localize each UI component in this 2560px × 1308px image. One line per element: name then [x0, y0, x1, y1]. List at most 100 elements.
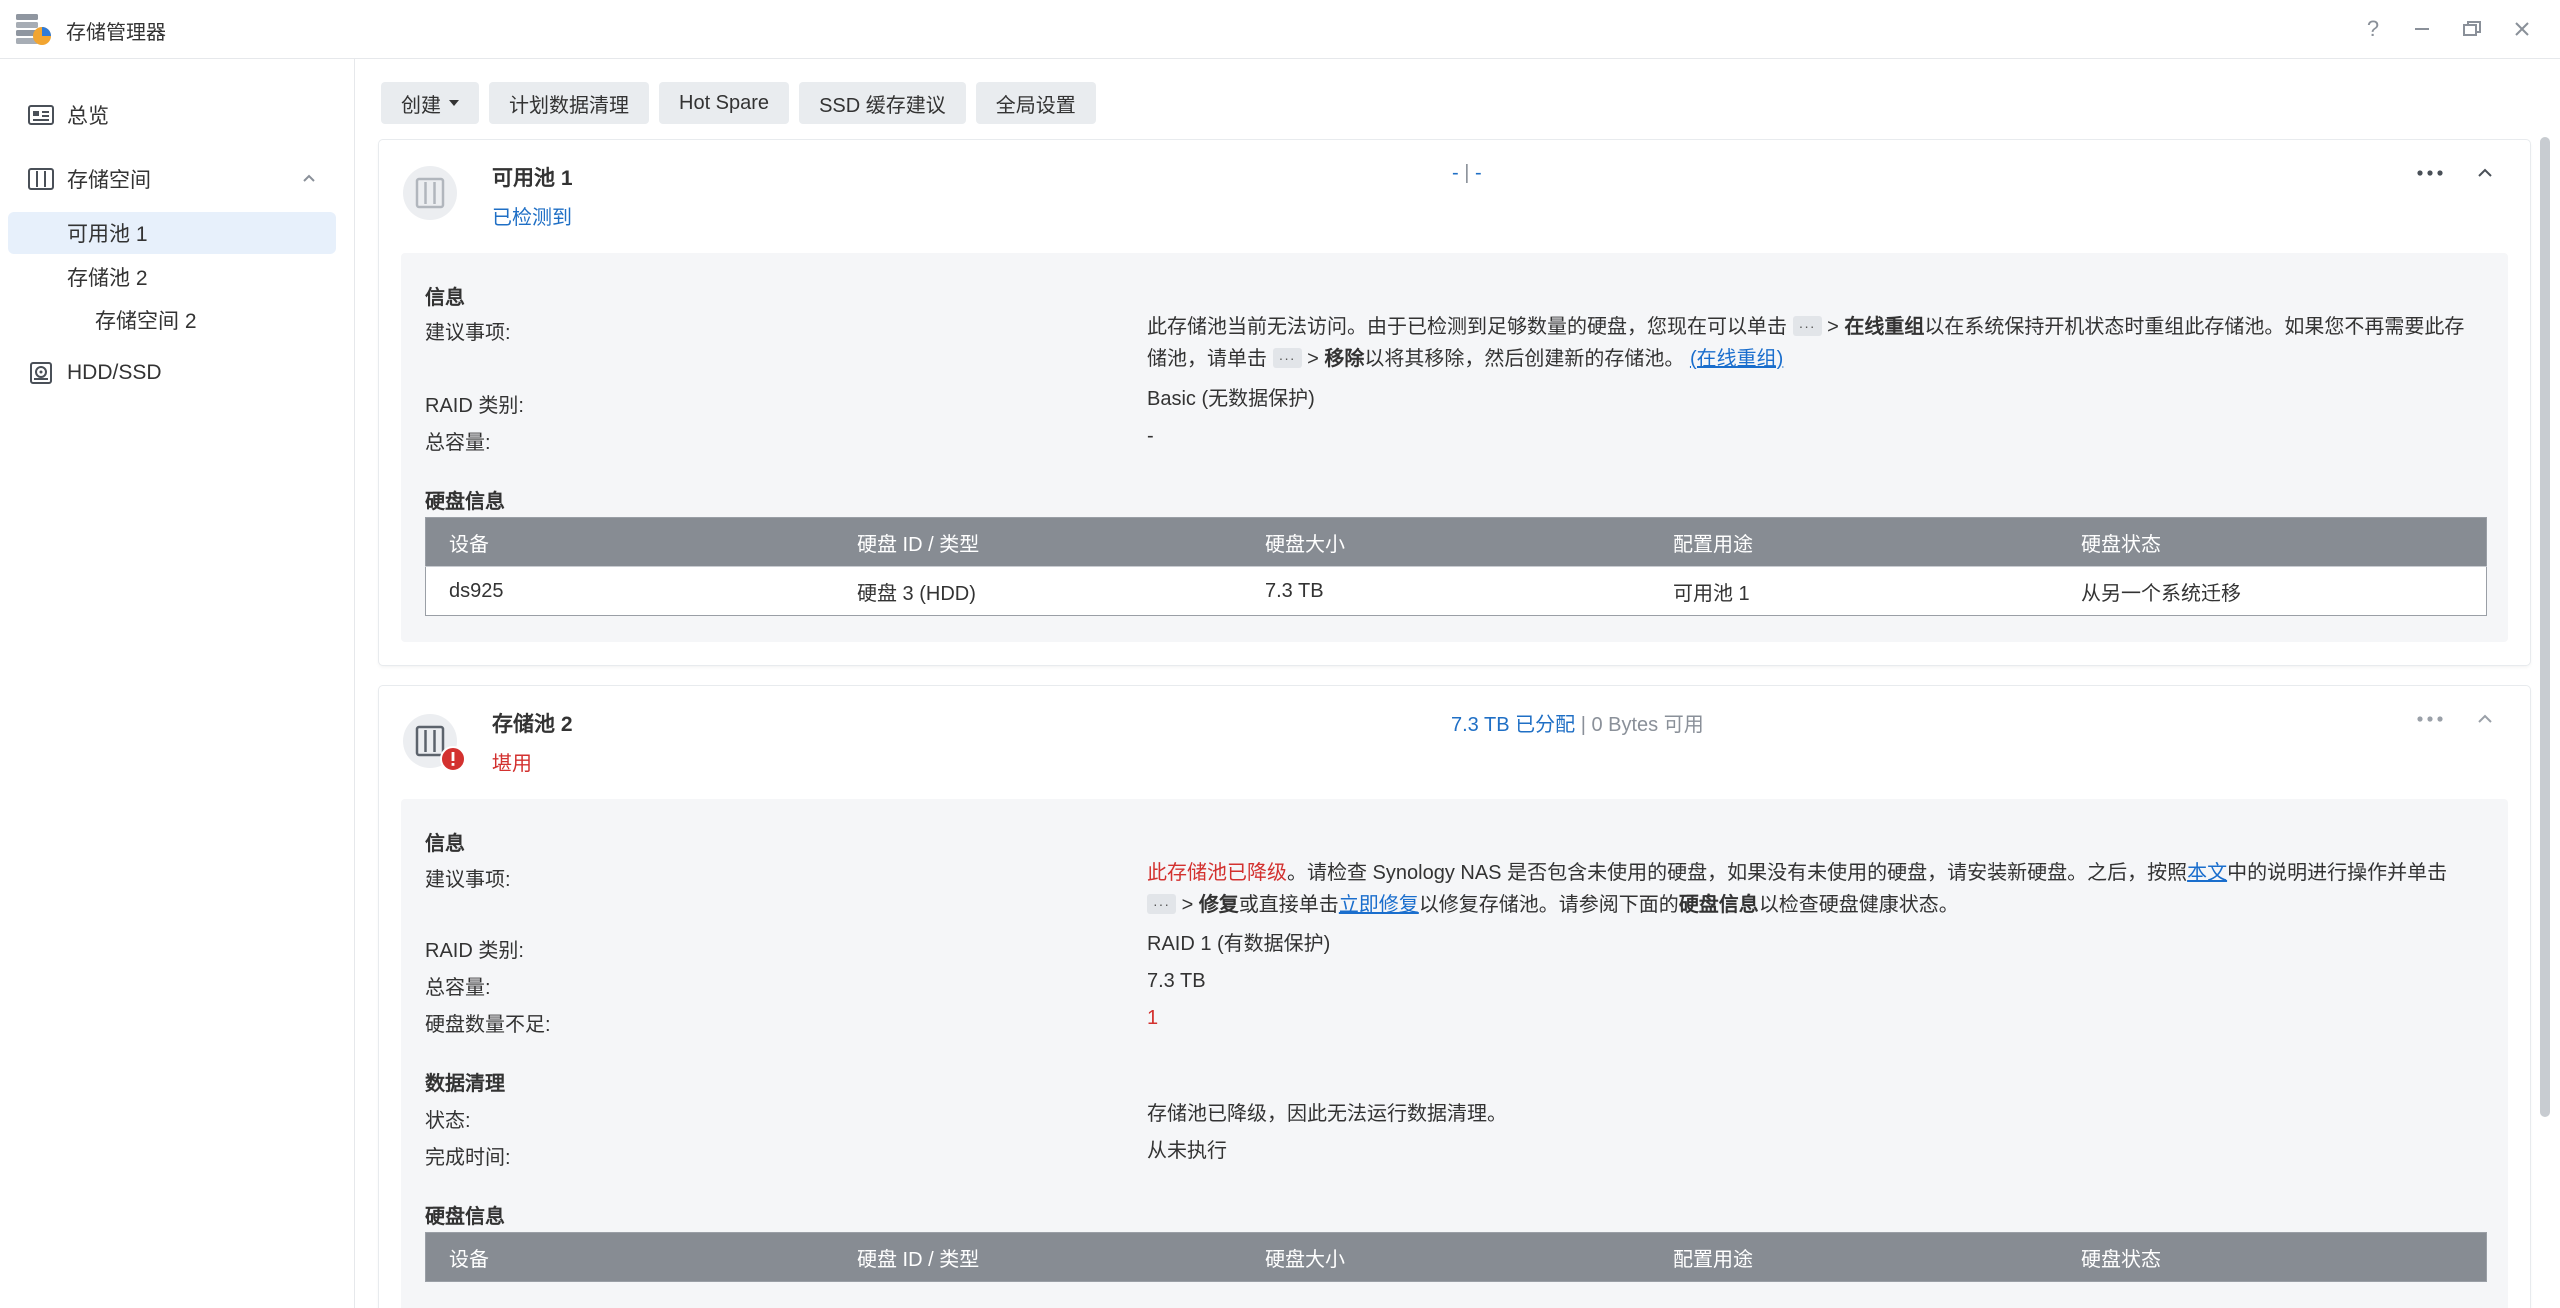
column-header[interactable]: 硬盘大小: [1242, 1232, 1650, 1282]
ssd-cache-advisor-button[interactable]: SSD 缓存建议: [799, 82, 966, 124]
sidebar-item-label: HDD/SSD: [67, 361, 162, 384]
more-actions-icon: ···: [1272, 348, 1302, 368]
disk-table: 设备 硬盘 ID / 类型 硬盘大小 配置用途 硬盘状态 ds925 硬盘 3 …: [425, 517, 2487, 616]
help-icon[interactable]: ?: [2355, 12, 2391, 46]
insufficient-disks-label: 硬盘数量不足:: [425, 1014, 551, 1036]
column-header[interactable]: 设备: [425, 1232, 834, 1282]
disk-status-cell: 从另一个系统迁移: [2058, 566, 2487, 616]
capacity-used: 7.3 TB 已分配: [1451, 714, 1576, 736]
pool-status: 堪用: [492, 753, 532, 775]
column-header[interactable]: 硬盘大小: [1242, 517, 1650, 567]
scrub-status-value: 存储池已降级，因此无法运行数据清理。: [1147, 1103, 1507, 1125]
disk-id-cell: 硬盘 3 (HDD): [834, 566, 1242, 616]
column-header[interactable]: 硬盘状态: [2058, 517, 2487, 567]
advice-label: 建议事项:: [425, 869, 511, 891]
pool1-card: 可用池 1 已检测到 - | - 信息 建议事项: 此存储池当前无法访问。由于已…: [379, 140, 2530, 665]
sidebar-item-pool2[interactable]: 存储池 2: [8, 256, 336, 298]
pool-name: 可用池 1: [492, 167, 573, 190]
article-link[interactable]: 本文: [2187, 862, 2227, 884]
more-actions-icon: ···: [1147, 894, 1176, 914]
storage-icon: [28, 168, 54, 190]
more-actions-icon[interactable]: [2412, 158, 2448, 188]
capacity-free: 0 Bytes 可用: [1591, 714, 1704, 736]
advice-text-part: >: [1307, 348, 1319, 370]
advice-text-part: 以修复存储池。请参阅下面的: [1418, 894, 1679, 916]
advice-text-part: 或直接单击: [1238, 894, 1339, 916]
hot-spare-button[interactable]: Hot Spare: [659, 82, 790, 124]
capacity-free: -: [1475, 162, 1482, 184]
main-panel: 创建 计划数据清理 Hot Spare SSD 缓存建议 全局设置 可用池 1 …: [355, 59, 2560, 1308]
schedule-scrub-button[interactable]: 计划数据清理: [489, 82, 649, 124]
total-capacity-value: 7.3 TB: [1147, 970, 1206, 992]
restore-icon[interactable]: [2454, 12, 2490, 46]
raid-type-value: Basic (无数据保护): [1147, 388, 1315, 410]
advice-text-part: 。请检查 Synology NAS 是否包含未使用的硬盘，如果没有未使用的硬盘，…: [1287, 862, 2188, 884]
sidebar-item-overview[interactable]: 总览: [8, 93, 336, 137]
sidebar-item-storage[interactable]: 存储空间: [8, 157, 336, 201]
advice-text-part: 此存储池当前无法访问。由于已检测到足够数量的硬盘，您现在可以单击: [1147, 316, 1787, 338]
advice-text-part: >: [1181, 894, 1194, 916]
column-header[interactable]: 配置用途: [1650, 517, 2058, 567]
repair-term: 修复: [1198, 894, 1239, 916]
global-settings-button[interactable]: 全局设置: [975, 82, 1096, 124]
pool-capacity: - | -: [1452, 162, 1482, 185]
capacity-separator: |: [1580, 714, 1586, 736]
column-header[interactable]: 设备: [425, 517, 834, 567]
online-assemble-term: 在线重组: [1844, 316, 1925, 338]
advice-text: 此存储池当前无法访问。由于已检测到足够数量的硬盘，您现在可以单击 ··· > 在…: [1147, 311, 2477, 375]
scrub-status-label: 状态:: [425, 1110, 471, 1132]
vertical-scrollbar[interactable]: [2540, 137, 2550, 1117]
sidebar-item-hdd-ssd[interactable]: HDD/SSD: [8, 351, 336, 395]
sidebar-item-label: 总览: [67, 105, 109, 128]
window-title: 存储管理器: [66, 22, 166, 44]
sidebar-item-pool1[interactable]: 可用池 1: [8, 212, 336, 254]
disk-info-section-title: 硬盘信息: [425, 491, 505, 513]
pool-status: 已检测到: [492, 207, 572, 229]
raid-type-value: RAID 1 (有数据保护): [1147, 933, 1331, 955]
pool-capacity: 7.3 TB 已分配 | 0 Bytes 可用: [1451, 708, 1704, 737]
column-header[interactable]: 配置用途: [1650, 1232, 2058, 1282]
warning-badge-icon: [440, 746, 466, 772]
sidebar-item-volume2[interactable]: 存储空间 2: [8, 299, 336, 341]
chevron-up-icon[interactable]: [2470, 704, 2500, 734]
total-capacity-label: 总容量:: [425, 977, 491, 999]
scrub-time-label: 完成时间:: [425, 1147, 511, 1169]
caret-down-icon: [449, 100, 459, 106]
create-button-label: 创建: [401, 94, 441, 117]
chevron-up-icon[interactable]: [2470, 158, 2500, 188]
advice-text: 此存储池已降级。请检查 Synology NAS 是否包含未使用的硬盘，如果没有…: [1147, 857, 2477, 921]
insufficient-disks-value: 1: [1147, 1007, 1159, 1029]
pool-name: 存储池 2: [492, 713, 573, 736]
column-header[interactable]: 硬盘状态: [2058, 1232, 2487, 1282]
raid-type-label: RAID 类别:: [425, 395, 524, 417]
disk-size-cell: 7.3 TB: [1242, 566, 1650, 616]
disk-info-section-title: 硬盘信息: [425, 1206, 505, 1228]
remove-term: 移除: [1324, 348, 1365, 370]
table-header-row: 设备 硬盘 ID / 类型 硬盘大小 配置用途 硬盘状态: [425, 517, 2487, 567]
sidebar-item-label: 存储空间: [67, 169, 151, 192]
pool1-detail: 信息 建议事项: 此存储池当前无法访问。由于已检测到足够数量的硬盘，您现在可以单…: [401, 253, 2508, 642]
sidebar: 总览 存储空间 可用池 1 存储池 2 存储空间 2 HDD/SSD: [0, 59, 355, 1308]
capacity-used: -: [1452, 162, 1459, 184]
column-header[interactable]: 硬盘 ID / 类型: [834, 517, 1242, 567]
table-row[interactable]: ds925 硬盘 3 (HDD) 7.3 TB 可用池 1 从另一个系统迁移: [425, 566, 2487, 616]
raid-type-label: RAID 类别:: [425, 940, 524, 962]
title-bar: 存储管理器 ?: [0, 0, 2560, 59]
sidebar-item-label: 可用池 1: [67, 223, 148, 246]
degraded-notice: 此存储池已降级: [1147, 862, 1287, 884]
minimize-icon[interactable]: [2404, 12, 2440, 46]
total-capacity-label: 总容量:: [425, 432, 491, 454]
column-header[interactable]: 硬盘 ID / 类型: [834, 1232, 1242, 1282]
online-assemble-link[interactable]: (在线重组): [1690, 348, 1783, 370]
total-capacity-value: -: [1147, 425, 1154, 447]
more-actions-icon[interactable]: [2412, 704, 2448, 734]
capacity-separator: |: [1464, 162, 1470, 184]
repair-now-link[interactable]: 立即修复: [1339, 894, 1419, 916]
overview-icon: [28, 105, 54, 125]
create-button[interactable]: 创建: [381, 82, 479, 124]
pool2-card: 存储池 2 堪用 7.3 TB 已分配 | 0 Bytes 可用 信息 建议事项…: [379, 686, 2530, 1308]
scrub-time-value: 从未执行: [1147, 1140, 1227, 1162]
advice-text-part: 以检查硬盘健康状态。: [1758, 894, 1959, 916]
close-icon[interactable]: [2504, 12, 2540, 46]
chevron-up-icon[interactable]: [302, 171, 316, 185]
